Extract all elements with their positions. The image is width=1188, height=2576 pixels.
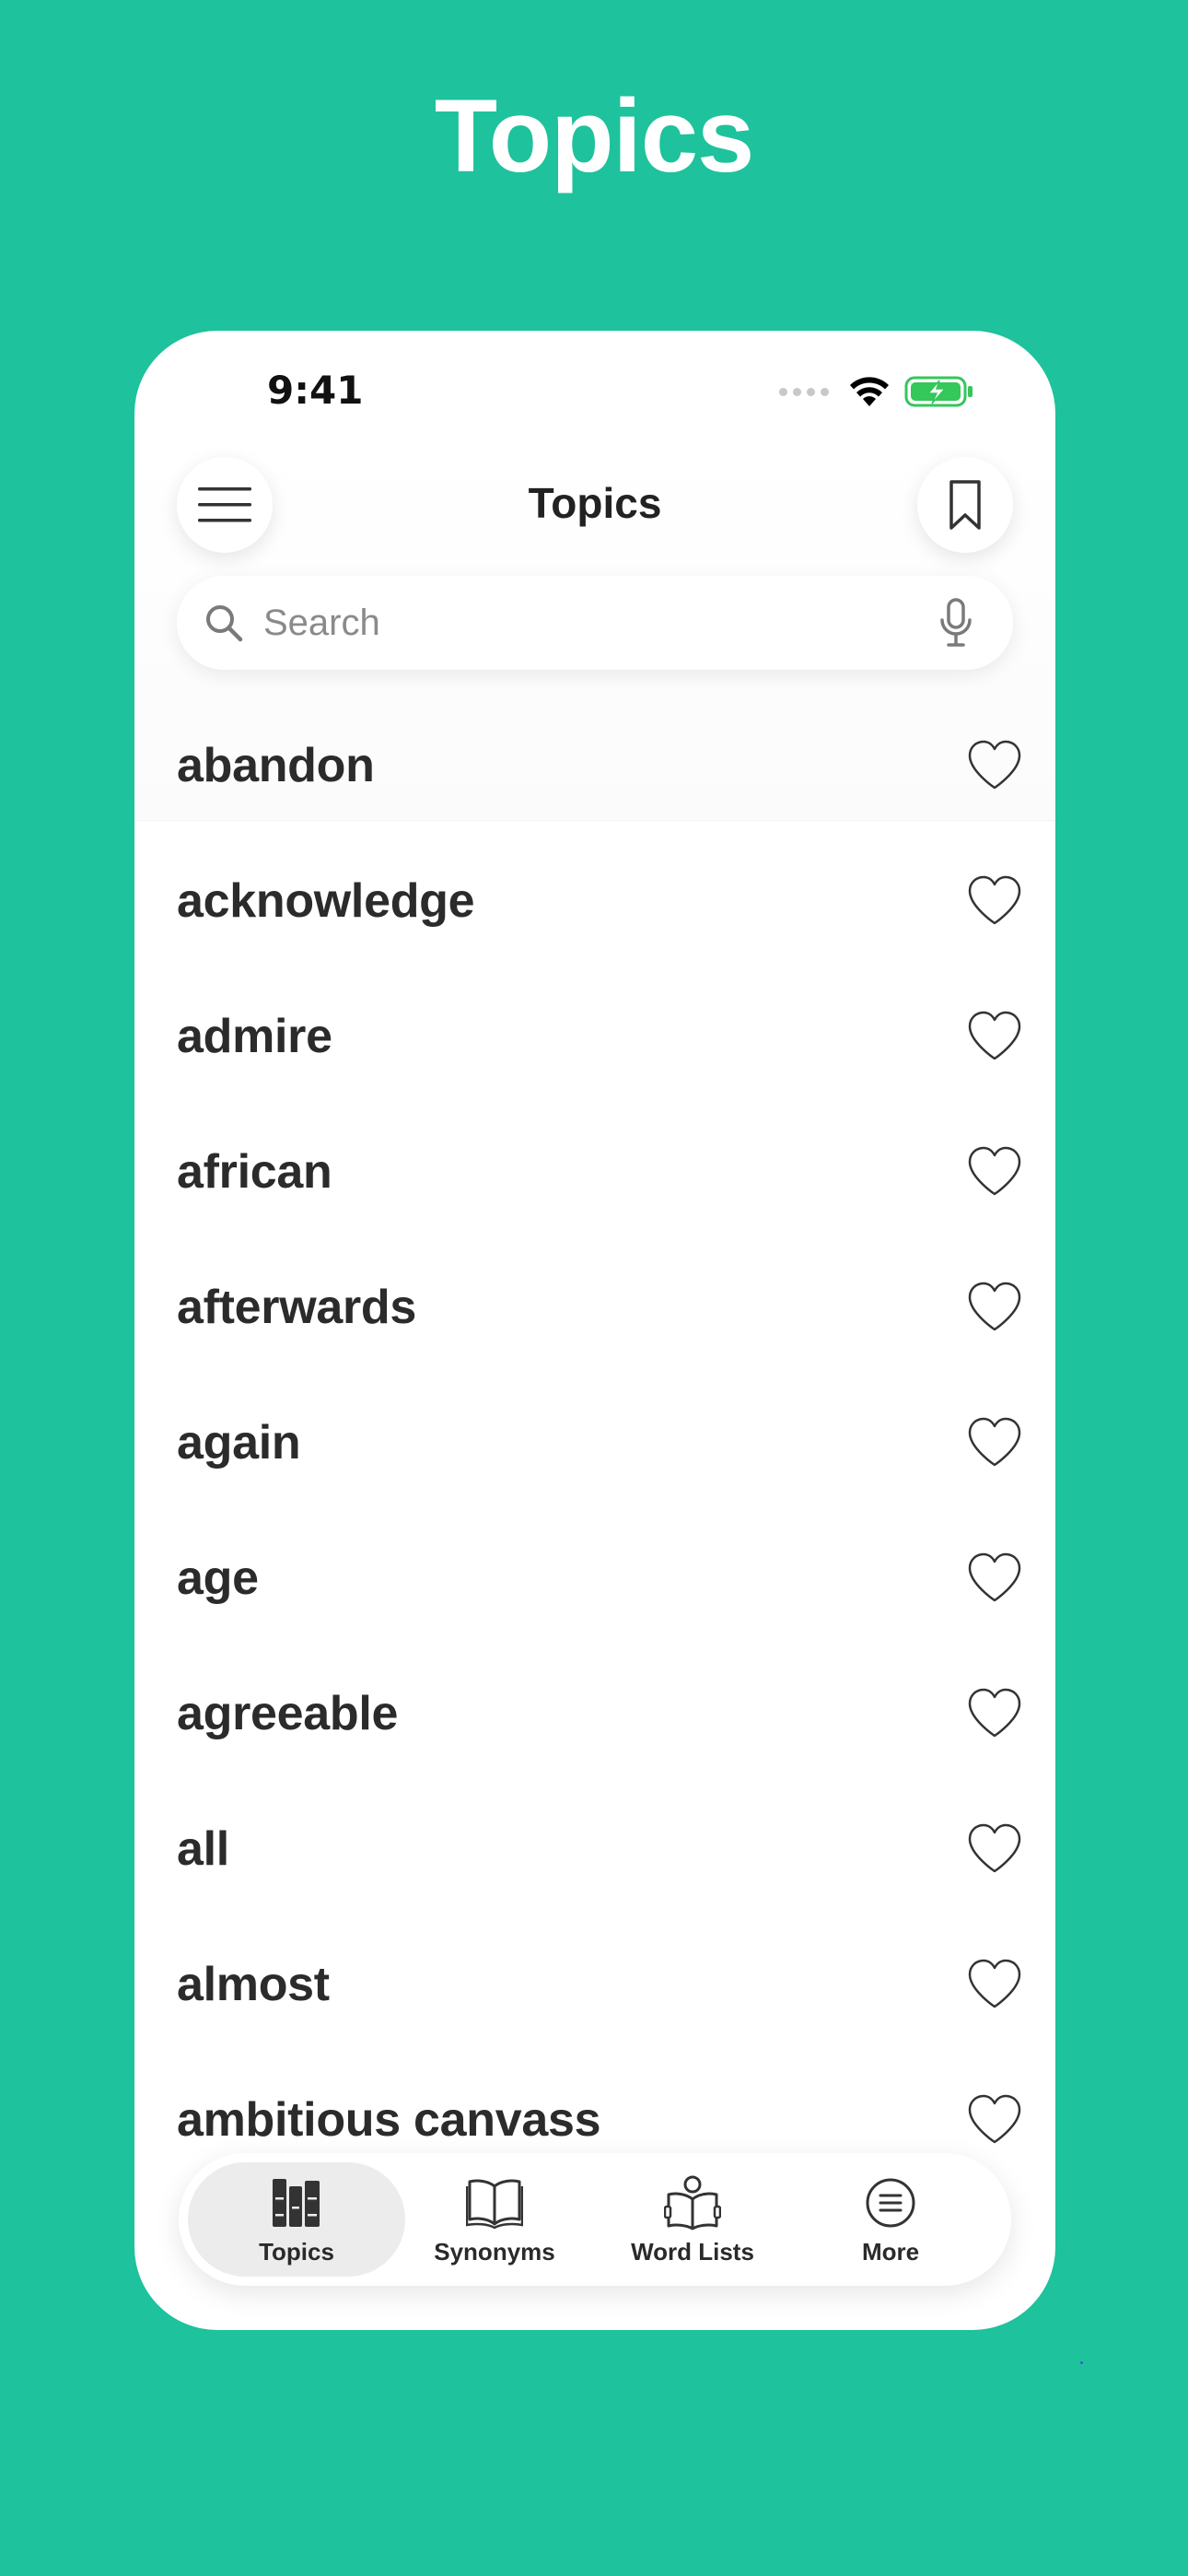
word-label: all bbox=[177, 1822, 229, 1876]
bookmark-icon bbox=[949, 480, 981, 530]
list-item[interactable]: afterwards bbox=[134, 1241, 1055, 1376]
heart-icon[interactable] bbox=[967, 1011, 1022, 1062]
word-label: acknowledge bbox=[177, 874, 475, 928]
heart-icon[interactable] bbox=[967, 2094, 1022, 2146]
decorative-dot bbox=[1080, 2361, 1083, 2364]
tab-synonyms[interactable]: Synonyms bbox=[386, 2162, 603, 2277]
search-input[interactable] bbox=[262, 601, 910, 645]
tab-label: More bbox=[861, 2238, 920, 2266]
heart-icon[interactable] bbox=[967, 1417, 1022, 1469]
word-label: abandon bbox=[177, 739, 375, 792]
status-time: 9:41 bbox=[267, 368, 364, 413]
word-label: age bbox=[177, 1551, 259, 1605]
heart-icon[interactable] bbox=[967, 1959, 1022, 2010]
heart-icon[interactable] bbox=[967, 1823, 1022, 1875]
heart-icon[interactable] bbox=[967, 1146, 1022, 1198]
list-item[interactable]: all bbox=[134, 1783, 1055, 1918]
wifi-icon bbox=[850, 377, 889, 406]
tab-label: Synonyms bbox=[434, 2238, 555, 2266]
search-bar[interactable] bbox=[177, 576, 1013, 670]
phone-screen: 9:41 Topics Search abandon acknowledge a… bbox=[134, 331, 1055, 2330]
word-label: african bbox=[177, 1145, 332, 1199]
more-menu-icon bbox=[865, 2175, 916, 2231]
microphone-icon[interactable] bbox=[939, 598, 973, 648]
word-label: admire bbox=[177, 1010, 332, 1063]
list-item[interactable]: age bbox=[134, 1512, 1055, 1647]
word-label: ambitious canvass bbox=[177, 2093, 601, 2147]
reader-icon bbox=[664, 2175, 721, 2231]
word-label: again bbox=[177, 1416, 301, 1469]
list-item[interactable]: agreeable bbox=[134, 1647, 1055, 1783]
signal-dots-icon bbox=[779, 387, 829, 396]
tab-word-lists[interactable]: Word Lists bbox=[584, 2162, 801, 2277]
heart-icon[interactable] bbox=[967, 740, 1022, 791]
tab-bar: Topics Synonyms Word Lists More bbox=[179, 2153, 1011, 2286]
heart-icon[interactable] bbox=[967, 1552, 1022, 1604]
battery-charging-icon bbox=[904, 376, 973, 407]
heart-icon[interactable] bbox=[967, 1688, 1022, 1739]
status-bar: 9:41 bbox=[134, 331, 1055, 441]
heart-icon[interactable] bbox=[967, 875, 1022, 927]
tab-more[interactable]: More bbox=[782, 2162, 999, 2277]
word-label: almost bbox=[177, 1958, 330, 2011]
word-label: agreeable bbox=[177, 1687, 399, 1740]
heart-icon[interactable] bbox=[967, 1282, 1022, 1333]
list-item[interactable]: abandon bbox=[134, 699, 1055, 835]
hero-title: Topics bbox=[434, 78, 755, 193]
open-book-icon bbox=[466, 2175, 523, 2231]
tab-label: Word Lists bbox=[631, 2238, 754, 2266]
list-item[interactable]: again bbox=[134, 1376, 1055, 1512]
word-label: afterwards bbox=[177, 1281, 416, 1334]
tab-topics[interactable]: Topics bbox=[188, 2162, 405, 2277]
bookmark-button[interactable] bbox=[917, 457, 1013, 553]
list-item[interactable]: almost bbox=[134, 1918, 1055, 2054]
tab-label: Topics bbox=[259, 2238, 334, 2266]
list-item[interactable]: acknowledge bbox=[134, 835, 1055, 970]
list-item[interactable]: admire bbox=[134, 970, 1055, 1106]
books-icon bbox=[271, 2175, 322, 2231]
list-item[interactable]: african bbox=[134, 1106, 1055, 1241]
status-icons bbox=[779, 373, 974, 410]
word-list: abandon acknowledge admire african after… bbox=[134, 699, 1055, 2330]
search-icon bbox=[204, 603, 243, 642]
